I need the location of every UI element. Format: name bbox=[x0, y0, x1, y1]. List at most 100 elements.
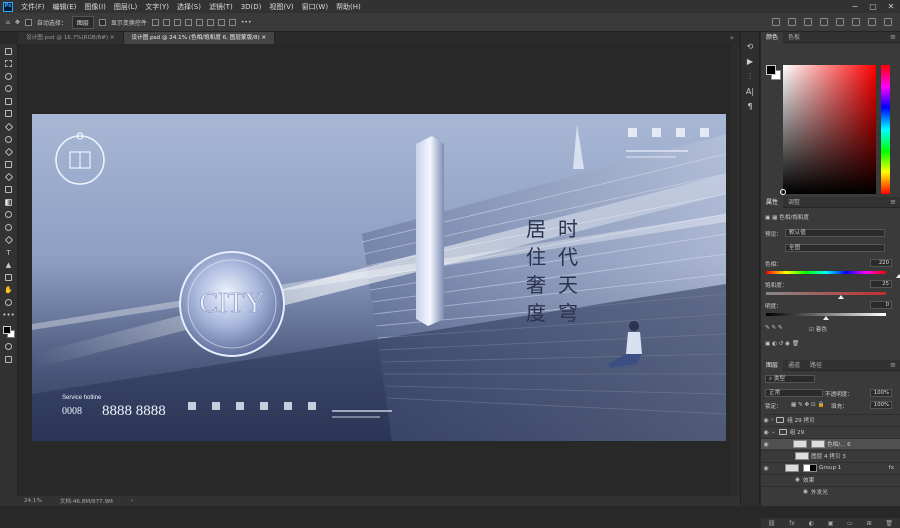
hue-slider[interactable] bbox=[881, 65, 890, 194]
pen-tool-icon[interactable] bbox=[4, 235, 13, 245]
layer-row[interactable]: ◉ Group 1 fx bbox=[761, 462, 900, 473]
tab-color[interactable]: 颜色 bbox=[761, 31, 784, 43]
lock-icons[interactable]: ▦ ✎ ✥ ⊡ 🔒 bbox=[791, 402, 824, 408]
visibility-eye-icon[interactable]: ◉ bbox=[771, 489, 811, 495]
hue-value-field[interactable]: 220 bbox=[870, 259, 892, 267]
saturation-value-field[interactable]: 25 bbox=[870, 280, 892, 288]
canvas-area[interactable]: CITY 时 代 天 穹 居 住 奢 度 Service hotline 000… bbox=[18, 44, 740, 496]
menu-window[interactable]: 窗口(W) bbox=[298, 2, 332, 12]
new-layer-icon[interactable]: ⊞ bbox=[867, 520, 872, 527]
tab-layers[interactable]: 图层 bbox=[761, 359, 784, 371]
tab-channels[interactable]: 通道 bbox=[783, 360, 805, 371]
move-tool-icon[interactable]: ✥ bbox=[15, 19, 20, 26]
vertical-scrollbar[interactable] bbox=[731, 44, 740, 496]
panel-menu-icon[interactable]: ≡ bbox=[890, 360, 896, 371]
3d-roll-icon[interactable] bbox=[788, 18, 796, 26]
character-icon[interactable]: A| bbox=[746, 87, 755, 96]
menu-layer[interactable]: 图层(L) bbox=[110, 2, 141, 12]
saturation-slider-thumb[interactable] bbox=[838, 295, 844, 299]
preset-dropdown[interactable]: 默认值 bbox=[785, 229, 885, 237]
align-left-icon[interactable] bbox=[151, 18, 159, 26]
lightness-slider-thumb[interactable] bbox=[823, 316, 829, 320]
transform-controls-checkbox[interactable] bbox=[98, 18, 106, 26]
visibility-eye-icon[interactable]: ◉ bbox=[761, 429, 771, 436]
tab-properties[interactable]: 属性 bbox=[761, 196, 784, 208]
menu-3d[interactable]: 3D(D) bbox=[237, 3, 266, 11]
zoom-level[interactable]: 24.1% bbox=[24, 498, 42, 504]
layer-filter-dropdown[interactable]: ⌕ 类型 bbox=[765, 375, 815, 383]
play-icon[interactable]: ▶ bbox=[746, 57, 755, 66]
search-icon[interactable] bbox=[852, 18, 860, 26]
shape-tool-icon[interactable] bbox=[4, 274, 13, 282]
more-tools-icon[interactable]: ••• bbox=[2, 311, 14, 319]
adjust-icon[interactable]: ⫶ bbox=[746, 72, 755, 81]
layer-row[interactable]: ◉ ⌄ 组 29 bbox=[761, 426, 900, 437]
visibility-eye-icon[interactable]: ◉ bbox=[761, 441, 771, 448]
home-icon[interactable]: ⌂ bbox=[6, 19, 10, 26]
blend-mode-dropdown[interactable]: 正常 bbox=[765, 389, 823, 397]
close-icon[interactable]: ✕ bbox=[262, 35, 267, 41]
clone-stamp-tool-icon[interactable] bbox=[4, 160, 13, 168]
lasso-tool-icon[interactable] bbox=[4, 72, 13, 80]
channel-dropdown[interactable]: 全图 bbox=[785, 244, 885, 252]
maximize-button[interactable]: ▢ bbox=[864, 2, 882, 11]
layer-row-selected[interactable]: ◉ 色相/... 6 bbox=[761, 438, 900, 449]
menu-file[interactable]: 文件(F) bbox=[17, 2, 49, 12]
align-bottom-icon[interactable] bbox=[206, 18, 214, 26]
dodge-tool-icon[interactable] bbox=[4, 223, 13, 231]
history-brush-tool-icon[interactable] bbox=[4, 172, 13, 182]
layer-effect-row[interactable]: ◉ 外发光 bbox=[761, 486, 900, 497]
healing-brush-tool-icon[interactable] bbox=[4, 135, 13, 143]
move-tool-icon[interactable] bbox=[4, 47, 13, 55]
3d-scale-icon[interactable] bbox=[836, 18, 844, 26]
eraser-tool-icon[interactable] bbox=[4, 186, 13, 194]
align-middle-icon[interactable] bbox=[195, 18, 203, 26]
hand-tool-icon[interactable]: ✋ bbox=[4, 286, 13, 294]
delete-layer-icon[interactable]: 🗑 bbox=[885, 520, 893, 527]
opacity-value-field[interactable]: 100% bbox=[870, 389, 892, 397]
zoom-tool-icon[interactable] bbox=[4, 299, 13, 307]
screen-mode-icon[interactable] bbox=[4, 355, 13, 363]
align-right-icon[interactable] bbox=[173, 18, 181, 26]
layer-row[interactable]: 图层 4 拷贝 3 bbox=[761, 450, 900, 461]
3d-rotate-icon[interactable] bbox=[772, 18, 780, 26]
crop-tool-icon[interactable] bbox=[4, 97, 13, 105]
document-canvas[interactable]: CITY 时 代 天 穹 居 住 奢 度 Service hotline 000… bbox=[32, 114, 726, 441]
distribute-center-icon[interactable] bbox=[228, 18, 236, 26]
adjustment-layer-icon[interactable]: ▣ bbox=[828, 520, 834, 527]
eyedropper-tool-icon[interactable] bbox=[4, 122, 13, 131]
link-layers-icon[interactable]: ⛓ bbox=[768, 520, 776, 527]
menu-help[interactable]: 帮助(H) bbox=[332, 2, 365, 12]
foreground-color-swatch[interactable] bbox=[766, 65, 776, 75]
menu-filter[interactable]: 滤镜(T) bbox=[205, 2, 237, 12]
hue-slider-track[interactable] bbox=[766, 271, 886, 274]
fx-icon[interactable]: fx bbox=[889, 465, 894, 471]
more-options-icon[interactable]: ••• bbox=[241, 19, 252, 26]
align-center-icon[interactable] bbox=[162, 18, 170, 26]
gradient-tool-icon[interactable] bbox=[4, 198, 13, 206]
hue-slider-thumb[interactable] bbox=[896, 274, 900, 278]
menu-type[interactable]: 文字(Y) bbox=[141, 2, 173, 12]
eyedropper-icons[interactable]: ✎ ✎ ✎ bbox=[765, 325, 783, 331]
status-menu-icon[interactable]: › bbox=[131, 498, 133, 504]
visibility-eye-icon[interactable]: ◉ bbox=[761, 465, 771, 472]
colorize-checkbox[interactable]: ☑ 着色 bbox=[809, 325, 827, 333]
3d-drag-icon[interactable] bbox=[804, 18, 812, 26]
workspace-icon[interactable] bbox=[868, 18, 876, 26]
layer-effects-row[interactable]: ◉ 效果 bbox=[761, 474, 900, 485]
type-tool-icon[interactable]: T bbox=[4, 249, 13, 257]
quick-mask-icon[interactable] bbox=[4, 343, 13, 351]
color-cursor[interactable] bbox=[780, 189, 786, 195]
minimize-button[interactable]: − bbox=[846, 2, 864, 11]
new-group-icon[interactable]: ▭ bbox=[847, 520, 853, 527]
marquee-tool-icon[interactable] bbox=[4, 60, 13, 68]
tabs-overflow-icon[interactable]: » bbox=[724, 32, 740, 44]
layer-row[interactable]: ◉ › 组 29 拷贝 bbox=[761, 414, 900, 425]
properties-footer-icons[interactable]: ▣ ◐ ↺ ◉ 🗑 bbox=[765, 341, 799, 347]
path-select-tool-icon[interactable]: ▲ bbox=[4, 261, 13, 269]
foreground-color-swatch[interactable] bbox=[2, 326, 11, 335]
close-window-button[interactable]: ✕ bbox=[882, 2, 900, 11]
frame-tool-icon[interactable] bbox=[4, 110, 13, 118]
tab-document-1[interactable]: 设计图.psd @ 16.7%(RGB/8#) ✕ bbox=[18, 32, 124, 44]
share-icon[interactable] bbox=[884, 18, 892, 26]
